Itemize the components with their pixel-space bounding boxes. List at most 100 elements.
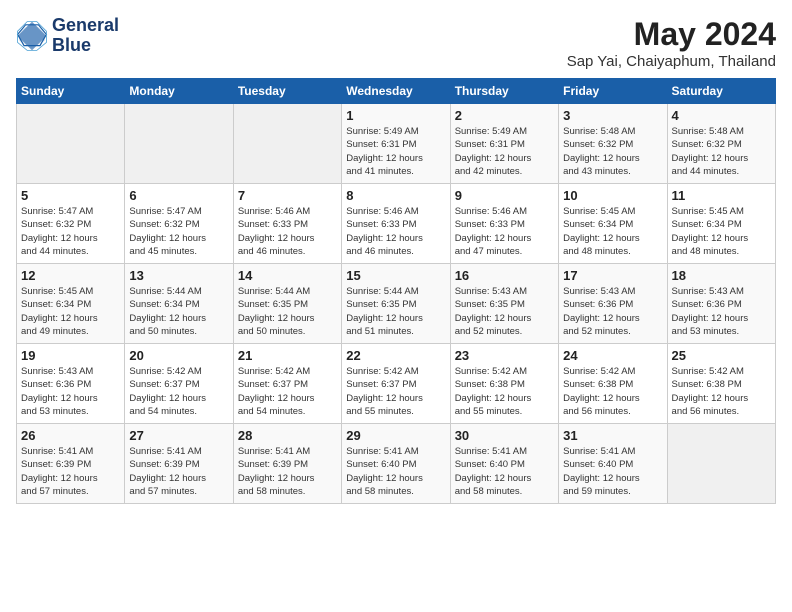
day-info: Sunrise: 5:49 AM Sunset: 6:31 PM Dayligh… (346, 125, 445, 178)
day-info: Sunrise: 5:43 AM Sunset: 6:36 PM Dayligh… (563, 285, 662, 338)
day-number: 14 (238, 268, 337, 283)
day-number: 31 (563, 428, 662, 443)
day-info: Sunrise: 5:42 AM Sunset: 6:37 PM Dayligh… (129, 365, 228, 418)
calendar-cell: 14 Sunrise: 5:44 AM Sunset: 6:35 PM Dayli… (233, 264, 341, 344)
calendar-cell: 25 Sunrise: 5:42 AM Sunset: 6:38 PM Dayli… (667, 344, 775, 424)
day-info: Sunrise: 5:41 AM Sunset: 6:40 PM Dayligh… (563, 445, 662, 498)
day-info: Sunrise: 5:42 AM Sunset: 6:37 PM Dayligh… (238, 365, 337, 418)
calendar-cell: 24 Sunrise: 5:42 AM Sunset: 6:38 PM Dayli… (559, 344, 667, 424)
location-subtitle: Sap Yai, Chaiyaphum, Thailand (567, 53, 776, 70)
day-number: 15 (346, 268, 445, 283)
day-number: 10 (563, 188, 662, 203)
logo-icon (16, 20, 48, 52)
calendar-cell: 1 Sunrise: 5:49 AM Sunset: 6:31 PM Daylig… (342, 104, 450, 184)
day-info: Sunrise: 5:43 AM Sunset: 6:36 PM Dayligh… (672, 285, 771, 338)
page-header: General Blue May 2024 Sap Yai, Chaiyaphu… (16, 16, 776, 70)
calendar-cell: 6 Sunrise: 5:47 AM Sunset: 6:32 PM Daylig… (125, 184, 233, 264)
day-info: Sunrise: 5:46 AM Sunset: 6:33 PM Dayligh… (455, 205, 554, 258)
calendar-cell: 4Sunrise: 5:48 AM Sunset: 6:32 PM Daylig… (667, 104, 775, 184)
weekday-header-row: SundayMondayTuesdayWednesdayThursdayFrid… (17, 79, 776, 104)
calendar-week-4: 19 Sunrise: 5:43 AM Sunset: 6:36 PM Dayli… (17, 344, 776, 424)
day-number: 11 (672, 188, 771, 203)
day-number: 30 (455, 428, 554, 443)
day-number: 9 (455, 188, 554, 203)
day-info: Sunrise: 5:45 AM Sunset: 6:34 PM Dayligh… (672, 205, 771, 258)
calendar-cell: 13 Sunrise: 5:44 AM Sunset: 6:34 PM Dayli… (125, 264, 233, 344)
day-info: Sunrise: 5:41 AM Sunset: 6:40 PM Dayligh… (346, 445, 445, 498)
day-info: Sunrise: 5:47 AM Sunset: 6:32 PM Dayligh… (129, 205, 228, 258)
day-number: 1 (346, 108, 445, 123)
day-number: 24 (563, 348, 662, 363)
day-number: 18 (672, 268, 771, 283)
day-info: Sunrise: 5:41 AM Sunset: 6:40 PM Dayligh… (455, 445, 554, 498)
day-number: 25 (672, 348, 771, 363)
day-number: 19 (21, 348, 120, 363)
logo-text: General Blue (52, 16, 119, 56)
calendar-cell: 15Sunrise: 5:44 AM Sunset: 6:35 PM Dayli… (342, 264, 450, 344)
day-info: Sunrise: 5:41 AM Sunset: 6:39 PM Dayligh… (238, 445, 337, 498)
weekday-header-wednesday: Wednesday (342, 79, 450, 104)
day-number: 29 (346, 428, 445, 443)
calendar-cell: 7Sunrise: 5:46 AM Sunset: 6:33 PM Daylig… (233, 184, 341, 264)
weekday-header-friday: Friday (559, 79, 667, 104)
calendar-table: SundayMondayTuesdayWednesdayThursdayFrid… (16, 78, 776, 504)
day-info: Sunrise: 5:42 AM Sunset: 6:37 PM Dayligh… (346, 365, 445, 418)
day-number: 5 (21, 188, 120, 203)
calendar-cell: 31 Sunrise: 5:41 AM Sunset: 6:40 PM Dayli… (559, 424, 667, 504)
calendar-cell: 21 Sunrise: 5:42 AM Sunset: 6:37 PM Dayli… (233, 344, 341, 424)
day-info: Sunrise: 5:46 AM Sunset: 6:33 PM Dayligh… (238, 205, 337, 258)
day-info: Sunrise: 5:46 AM Sunset: 6:33 PM Dayligh… (346, 205, 445, 258)
month-title: May 2024 (567, 16, 776, 53)
calendar-cell: 17 Sunrise: 5:43 AM Sunset: 6:36 PM Dayli… (559, 264, 667, 344)
day-info: Sunrise: 5:44 AM Sunset: 6:35 PM Dayligh… (238, 285, 337, 338)
calendar-cell: 18 Sunrise: 5:43 AM Sunset: 6:36 PM Dayli… (667, 264, 775, 344)
day-number: 6 (129, 188, 228, 203)
calendar-week-3: 12 Sunrise: 5:45 AM Sunset: 6:34 PM Dayli… (17, 264, 776, 344)
calendar-cell: 3Sunrise: 5:48 AM Sunset: 6:32 PM Daylig… (559, 104, 667, 184)
day-number: 23 (455, 348, 554, 363)
calendar-cell (125, 104, 233, 184)
day-number: 21 (238, 348, 337, 363)
calendar-cell: 19 Sunrise: 5:43 AM Sunset: 6:36 PM Dayli… (17, 344, 125, 424)
calendar-cell: 28 Sunrise: 5:41 AM Sunset: 6:39 PM Dayli… (233, 424, 341, 504)
calendar-week-1: 1 Sunrise: 5:49 AM Sunset: 6:31 PM Daylig… (17, 104, 776, 184)
calendar-cell: 22 Sunrise: 5:42 AM Sunset: 6:37 PM Dayli… (342, 344, 450, 424)
day-number: 12 (21, 268, 120, 283)
calendar-cell: 27Sunrise: 5:41 AM Sunset: 6:39 PM Dayli… (125, 424, 233, 504)
calendar-cell: 16Sunrise: 5:43 AM Sunset: 6:35 PM Dayli… (450, 264, 558, 344)
day-info: Sunrise: 5:42 AM Sunset: 6:38 PM Dayligh… (563, 365, 662, 418)
calendar-cell: 10 Sunrise: 5:45 AM Sunset: 6:34 PM Dayli… (559, 184, 667, 264)
weekday-header-sunday: Sunday (17, 79, 125, 104)
day-info: Sunrise: 5:49 AM Sunset: 6:31 PM Dayligh… (455, 125, 554, 178)
day-info: Sunrise: 5:41 AM Sunset: 6:39 PM Dayligh… (21, 445, 120, 498)
calendar-cell: 2Sunrise: 5:49 AM Sunset: 6:31 PM Daylig… (450, 104, 558, 184)
day-number: 13 (129, 268, 228, 283)
day-info: Sunrise: 5:45 AM Sunset: 6:34 PM Dayligh… (21, 285, 120, 338)
day-info: Sunrise: 5:45 AM Sunset: 6:34 PM Dayligh… (563, 205, 662, 258)
day-number: 27 (129, 428, 228, 443)
day-number: 28 (238, 428, 337, 443)
calendar-cell: 8Sunrise: 5:46 AM Sunset: 6:33 PM Daylig… (342, 184, 450, 264)
calendar-week-5: 26Sunrise: 5:41 AM Sunset: 6:39 PM Dayli… (17, 424, 776, 504)
calendar-cell: 5 Sunrise: 5:47 AM Sunset: 6:32 PM Daylig… (17, 184, 125, 264)
calendar-cell: 20Sunrise: 5:42 AM Sunset: 6:37 PM Dayli… (125, 344, 233, 424)
day-info: Sunrise: 5:43 AM Sunset: 6:36 PM Dayligh… (21, 365, 120, 418)
calendar-cell: 23 Sunrise: 5:42 AM Sunset: 6:38 PM Dayli… (450, 344, 558, 424)
day-info: Sunrise: 5:44 AM Sunset: 6:34 PM Dayligh… (129, 285, 228, 338)
day-number: 22 (346, 348, 445, 363)
day-number: 17 (563, 268, 662, 283)
day-number: 4 (672, 108, 771, 123)
day-info: Sunrise: 5:42 AM Sunset: 6:38 PM Dayligh… (672, 365, 771, 418)
title-block: May 2024 Sap Yai, Chaiyaphum, Thailand (567, 16, 776, 70)
day-number: 3 (563, 108, 662, 123)
day-info: Sunrise: 5:42 AM Sunset: 6:38 PM Dayligh… (455, 365, 554, 418)
calendar-cell (667, 424, 775, 504)
calendar-week-2: 5 Sunrise: 5:47 AM Sunset: 6:32 PM Daylig… (17, 184, 776, 264)
day-info: Sunrise: 5:47 AM Sunset: 6:32 PM Dayligh… (21, 205, 120, 258)
day-number: 16 (455, 268, 554, 283)
calendar-cell: 30 Sunrise: 5:41 AM Sunset: 6:40 PM Dayli… (450, 424, 558, 504)
calendar-cell (233, 104, 341, 184)
weekday-header-saturday: Saturday (667, 79, 775, 104)
calendar-cell: 29 Sunrise: 5:41 AM Sunset: 6:40 PM Dayli… (342, 424, 450, 504)
calendar-cell (17, 104, 125, 184)
